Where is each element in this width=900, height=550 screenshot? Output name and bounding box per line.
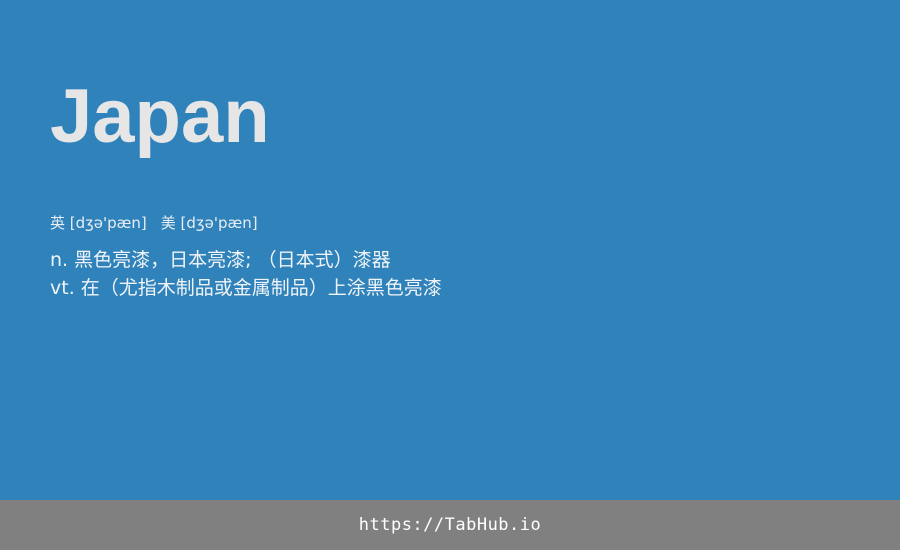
footer-bar: https://TabHub.io <box>0 500 900 550</box>
footer-link[interactable]: https://TabHub.io <box>359 515 542 535</box>
definition-noun: n. 黑色亮漆，日本亮漆; （日本式）漆器 <box>50 249 391 271</box>
phonetic-uk: 英 [dʒə'pæn] <box>50 214 147 232</box>
phonetic-us: 美 [dʒə'pæn] <box>160 214 258 232</box>
word-card: Japan 英 [dʒə'pæn] 美 [dʒə'pæn] n. 黑色亮漆，日本亮… <box>0 0 900 500</box>
phonetics: 英 [dʒə'pæn] 美 [dʒə'pæn] <box>50 213 258 233</box>
headword: Japan <box>50 74 270 159</box>
definitions: n. 黑色亮漆，日本亮漆; （日本式）漆器 vt. 在（尤指木制品或金属制品）上… <box>50 246 442 302</box>
definition-verb: vt. 在（尤指木制品或金属制品）上涂黑色亮漆 <box>50 277 442 299</box>
